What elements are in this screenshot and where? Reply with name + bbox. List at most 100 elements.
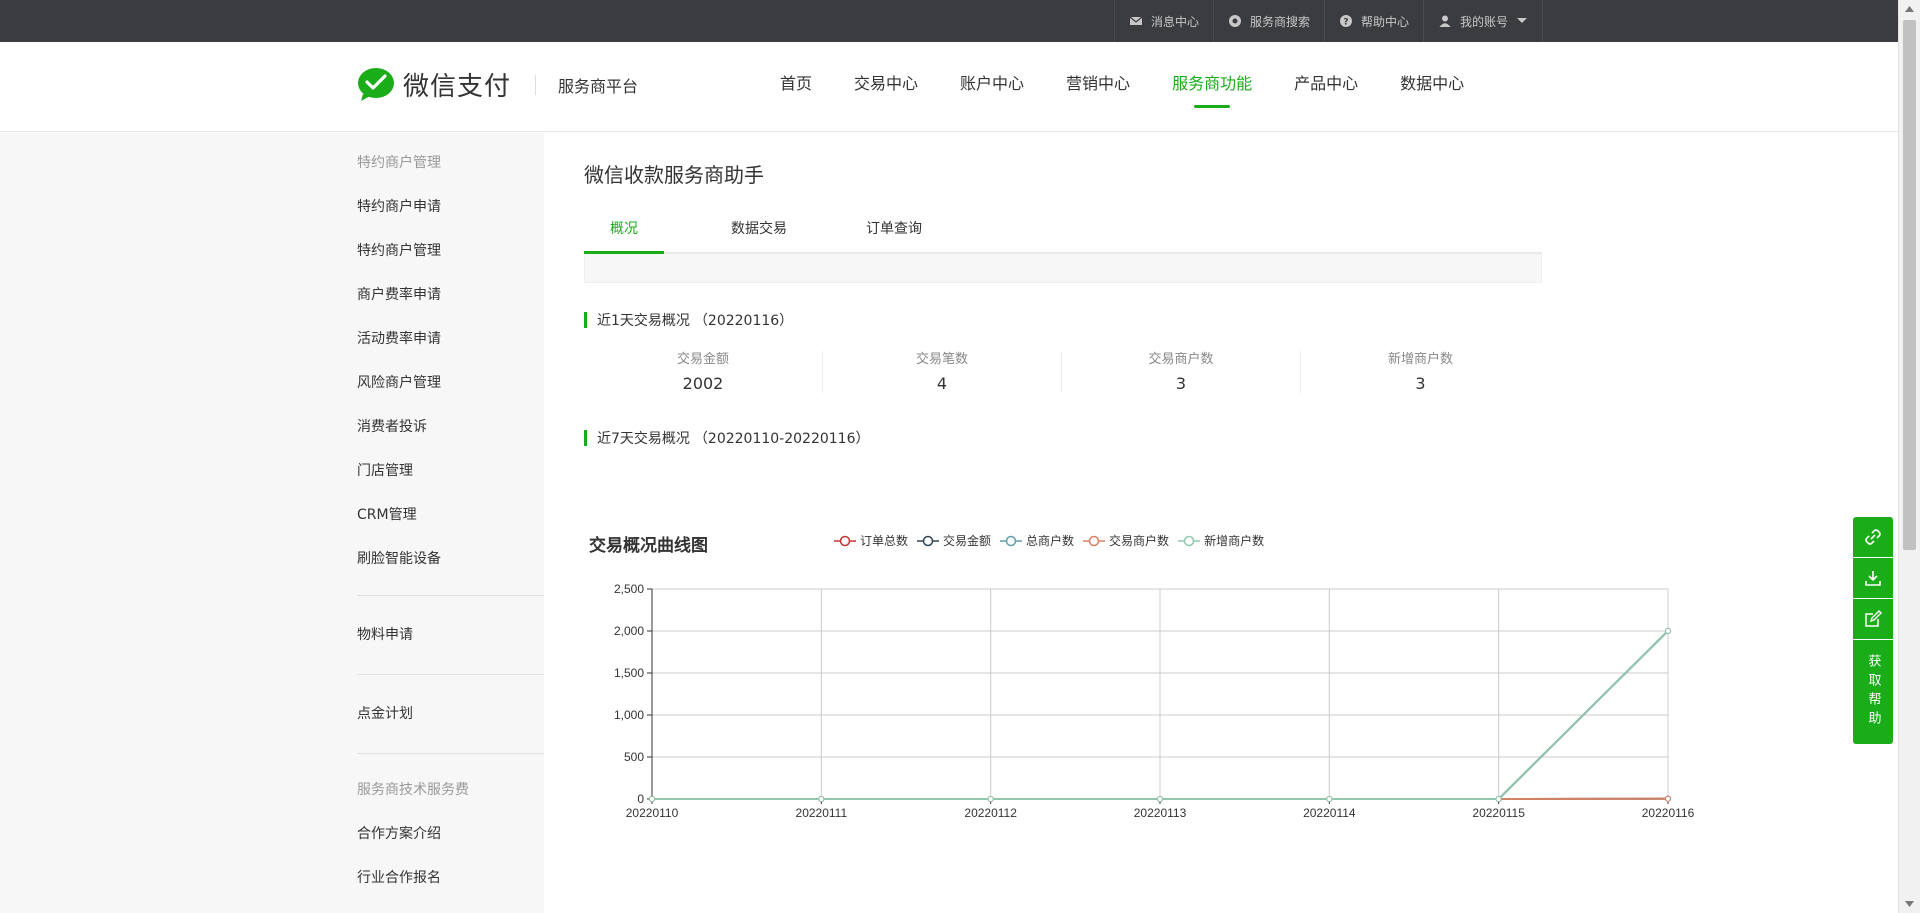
- wechat-pay-logo[interactable]: 微信支付 服务商平台: [357, 66, 638, 103]
- sidebar: 特约商户管理 特约商户申请 特约商户管理 商户费率申请 活动费率申请 风险商户管…: [357, 133, 544, 900]
- topbar-messages[interactable]: 消息中心: [1113, 0, 1213, 42]
- scroll-up-arrow-icon[interactable]: [1899, 0, 1920, 18]
- data-point: [818, 796, 825, 802]
- nav-data-center[interactable]: 数据中心: [1400, 42, 1464, 132]
- stat-label: 交易笔数: [915, 352, 968, 367]
- sidebar-divider: [357, 595, 544, 596]
- topbar-help-center[interactable]: ? 帮助中心: [1323, 0, 1423, 42]
- tab-overview[interactable]: 概况: [584, 209, 664, 254]
- sidebar-item-risk-merchant[interactable]: 风险商户管理: [357, 361, 544, 405]
- data-point: [1157, 796, 1163, 802]
- x-tick-label: 20220113: [1134, 806, 1187, 820]
- week-overview-label: 近7天交易概况: [597, 431, 690, 447]
- nav-marketing-center[interactable]: 营销中心: [1066, 42, 1130, 132]
- x-tick-label: 20220115: [1472, 806, 1525, 820]
- stat-value: 4: [936, 374, 948, 393]
- nav-provider-functions[interactable]: 服务商功能: [1172, 42, 1252, 132]
- logo-separator: [535, 74, 537, 95]
- stat-trade-count: 交易笔数 4: [823, 351, 1062, 393]
- nav-account-center[interactable]: 账户中心: [960, 42, 1024, 132]
- nav-product-center[interactable]: 产品中心: [1294, 42, 1358, 132]
- floating-tools: 获取帮助: [1853, 517, 1893, 744]
- sidebar-item-industry-signup[interactable]: 行业合作报名: [357, 856, 544, 900]
- x-tick-label: 20220114: [1303, 806, 1356, 820]
- week-overview-date: （20220110-20220116）: [693, 431, 870, 447]
- scroll-down-arrow-icon[interactable]: [1899, 895, 1920, 913]
- search-icon: [1228, 15, 1241, 27]
- tab-order-query[interactable]: 订单查询: [854, 209, 934, 252]
- stat-value: 2002: [682, 374, 724, 393]
- edit-icon: [1865, 610, 1882, 627]
- sidebar-item-stores[interactable]: 门店管理: [357, 449, 544, 493]
- sidebar-item-complaints[interactable]: 消费者投诉: [357, 405, 544, 449]
- caret-down-icon: [1517, 18, 1527, 23]
- topbar-help-center-label: 帮助中心: [1360, 14, 1409, 29]
- float-edit-button[interactable]: [1853, 599, 1893, 639]
- stat-label: 新增商户数: [1387, 352, 1453, 367]
- main-header: 微信支付 服务商平台 首页 交易中心 账户中心 营销中心 服务商功能 产品中心 …: [0, 42, 1898, 132]
- y-tick-label: 1,000: [614, 708, 644, 722]
- platform-name: 服务商平台: [558, 76, 639, 96]
- x-tick-label: 20220112: [964, 806, 1017, 820]
- float-help-button[interactable]: 获取帮助: [1853, 640, 1893, 744]
- page-scrollbar[interactable]: [1898, 0, 1920, 913]
- wechat-pay-logo-icon: [358, 67, 394, 101]
- stat-new-merchants: 新增商户数 3: [1301, 351, 1540, 393]
- sidebar-item-materials[interactable]: 物料申请: [357, 610, 544, 660]
- topbar-my-account-label: 我的账号: [1459, 14, 1508, 29]
- float-download-button[interactable]: [1853, 558, 1893, 598]
- sidebar-item-crm[interactable]: CRM管理: [357, 493, 544, 537]
- day-overview-label: 近1天交易概况: [597, 313, 690, 329]
- y-tick-label: 2,500: [614, 582, 644, 596]
- nav-trade-center[interactable]: 交易中心: [854, 42, 918, 132]
- section-marker: [584, 312, 587, 328]
- data-point: [987, 796, 994, 802]
- tab-content-strip: [584, 254, 1542, 283]
- y-tick-label: 2,000: [614, 624, 644, 638]
- top-utility-bar: 消息中心 服务商搜索 ? 帮助中心 我的账号: [0, 0, 1898, 42]
- link-icon: [1865, 529, 1881, 545]
- sidebar-item-cooperation-intro[interactable]: 合作方案介绍: [357, 812, 544, 856]
- y-tick-label: 1,500: [614, 666, 644, 680]
- section-marker: [584, 430, 587, 446]
- sidebar-item-face-devices[interactable]: 刷脸智能设备: [357, 537, 544, 581]
- topbar-messages-label: 消息中心: [1150, 14, 1199, 29]
- x-tick-label: 20220110: [626, 806, 679, 820]
- tab-data-trade[interactable]: 数据交易: [719, 209, 799, 252]
- topbar-my-account[interactable]: 我的账号: [1422, 0, 1543, 42]
- y-tick-label: 500: [624, 750, 644, 764]
- sidebar-item-activity-rate[interactable]: 活动费率申请: [357, 317, 544, 361]
- line-chart-svg: 0 500 1,000 1,500 2,000 2,500 20220110 20220111…: [614, 582, 1695, 820]
- scrollbar-thumb[interactable]: [1903, 20, 1916, 550]
- logo-text: 微信支付: [403, 72, 512, 102]
- trade-overview-chart: 交易概况曲线图 订单总数 交易金额 总商户数 交易商户数 新增商户数 0 500 1,000…: [584, 515, 1695, 835]
- stat-label: 交易金额: [676, 352, 729, 367]
- data-point: [1665, 627, 1671, 634]
- week-overview-title: 近7天交易概况 （20220110-20220116）: [584, 429, 1542, 447]
- download-icon: [1865, 571, 1881, 586]
- main-nav: 首页 交易中心 账户中心 营销中心 服务商功能 产品中心 数据中心: [780, 42, 1464, 132]
- topbar-provider-search[interactable]: 服务商搜索: [1212, 0, 1324, 42]
- data-point: [1326, 796, 1333, 802]
- stat-value: 3: [1415, 374, 1426, 393]
- nav-home[interactable]: 首页: [780, 42, 812, 132]
- tab-bar: 概况 数据交易 订单查询: [584, 209, 1542, 254]
- stat-label: 交易商户数: [1148, 352, 1214, 367]
- svg-text:?: ?: [1343, 18, 1348, 28]
- sidebar-item-dianjin-plan[interactable]: 点金计划: [357, 689, 544, 739]
- stat-trade-amount: 交易金额 2002: [584, 351, 823, 393]
- sidebar-item-merchant-apply[interactable]: 特约商户申请: [357, 185, 544, 229]
- sidebar-divider: [357, 674, 544, 675]
- data-point: [1665, 795, 1671, 802]
- mail-icon: [1129, 16, 1143, 25]
- float-link-button[interactable]: [1853, 517, 1893, 557]
- sidebar-group-title-tech-fee: 服务商技术服务费: [357, 782, 469, 798]
- page-title: 微信收款服务商助手: [584, 163, 764, 187]
- user-icon: [1439, 15, 1451, 27]
- x-tick-label: 20220116: [1642, 806, 1695, 820]
- day-stats: 交易金额 2002 交易笔数 4 交易商户数 3 新增商户数 3: [584, 351, 1542, 393]
- sidebar-item-merchant-manage[interactable]: 特约商户管理: [357, 229, 544, 273]
- help-icon: ?: [1339, 15, 1352, 28]
- data-point: [1495, 796, 1502, 802]
- sidebar-item-rate-apply[interactable]: 商户费率申请: [357, 273, 544, 317]
